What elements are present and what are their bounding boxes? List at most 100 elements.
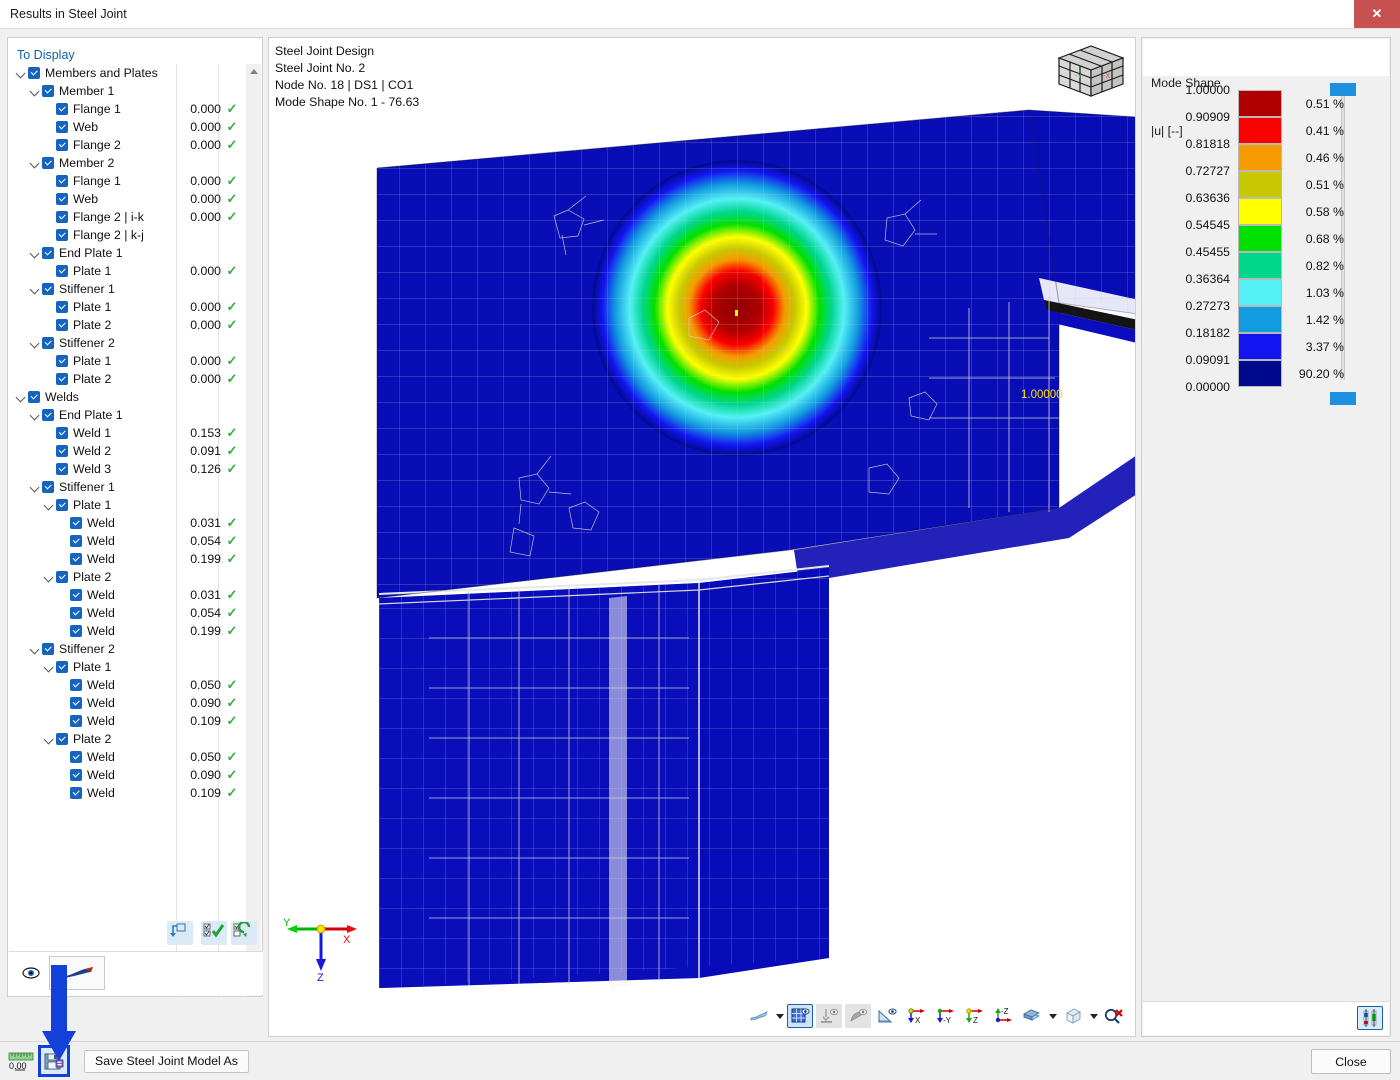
- chevron-down-icon[interactable]: [29, 337, 42, 350]
- zoom-reset-button[interactable]: [1101, 1004, 1127, 1028]
- chevron-down-icon[interactable]: [29, 85, 42, 98]
- view-negz-button[interactable]: -Z: [990, 1004, 1016, 1028]
- tree-row[interactable]: Plate 2: [9, 568, 247, 586]
- tree-checkbox[interactable]: [42, 481, 54, 493]
- tree-checkbox[interactable]: [42, 409, 54, 421]
- tree-row[interactable]: Weld 0.050 ✓: [9, 676, 247, 694]
- tree-checkbox[interactable]: [28, 391, 40, 403]
- view-z-button[interactable]: Z: [961, 1004, 987, 1028]
- tree-row[interactable]: Weld 0.054 ✓: [9, 532, 247, 550]
- tree-checkbox[interactable]: [42, 643, 54, 655]
- tree-row[interactable]: Plate 2 0.000 ✓: [9, 316, 247, 334]
- tree-checkbox[interactable]: [28, 67, 40, 79]
- tree-checkbox[interactable]: [56, 733, 68, 745]
- tree-row[interactable]: Weld 0.109 ✓: [9, 784, 247, 802]
- render-mode-dropdown-chevron-down-icon[interactable]: [776, 1013, 784, 1019]
- tree-row[interactable]: Web 0.000 ✓: [9, 118, 247, 136]
- tree-checkbox[interactable]: [56, 661, 68, 673]
- tree-checkbox[interactable]: [42, 337, 54, 349]
- tree-row[interactable]: Flange 1 0.000 ✓: [9, 100, 247, 118]
- tree-row[interactable]: Members and Plates: [9, 64, 247, 82]
- tree-checkbox[interactable]: [42, 85, 54, 97]
- chevron-down-icon[interactable]: [43, 733, 56, 746]
- chevron-down-icon[interactable]: [43, 571, 56, 584]
- view-iso-button[interactable]: [1019, 1004, 1045, 1028]
- tree-row[interactable]: Web 0.000 ✓: [9, 190, 247, 208]
- chevron-down-icon[interactable]: [15, 391, 28, 404]
- chevron-down-icon[interactable]: [29, 409, 42, 422]
- tree-checkbox[interactable]: [56, 499, 68, 511]
- tree-row[interactable]: Weld 0.054 ✓: [9, 604, 247, 622]
- tree-vertical-scrollbar[interactable]: [246, 64, 261, 996]
- chevron-down-icon[interactable]: [29, 283, 42, 296]
- render-style-preview[interactable]: [49, 956, 105, 990]
- tree-row[interactable]: Flange 2 | i-k 0.000 ✓: [9, 208, 247, 226]
- tree-row[interactable]: Weld 2 0.091 ✓: [9, 442, 247, 460]
- check-all-button[interactable]: [201, 921, 227, 945]
- tree-row[interactable]: Weld 0.050 ✓: [9, 748, 247, 766]
- save-model-icon[interactable]: [41, 1048, 67, 1074]
- invert-selection-button[interactable]: [231, 920, 257, 945]
- legend-settings-icon[interactable]: [1357, 1006, 1383, 1030]
- tree-row[interactable]: End Plate 1: [9, 406, 247, 424]
- legend-slider-handle-top[interactable]: [1330, 83, 1356, 96]
- tree-row[interactable]: Flange 2 | k-j: [9, 226, 247, 244]
- tree-row[interactable]: Weld 0.090 ✓: [9, 766, 247, 784]
- projection-dropdown-chevron-down-icon[interactable]: [1090, 1013, 1098, 1019]
- chevron-down-icon[interactable]: [43, 499, 56, 512]
- tree-row[interactable]: Stiffener 1: [9, 280, 247, 298]
- tree-checkbox[interactable]: [56, 229, 68, 241]
- chevron-down-icon[interactable]: [29, 643, 42, 656]
- tree-row[interactable]: Welds: [9, 388, 247, 406]
- tree-checkbox[interactable]: [42, 157, 54, 169]
- show-loads-button[interactable]: [845, 1004, 871, 1028]
- chevron-down-icon[interactable]: [29, 157, 42, 170]
- navigation-cube-icon[interactable]: -Y -X: [1053, 44, 1129, 105]
- tree-row[interactable]: Weld 0.090 ✓: [9, 694, 247, 712]
- render-mode-button[interactable]: [746, 1004, 772, 1028]
- tree-row[interactable]: Stiffener 2: [9, 334, 247, 352]
- tree-row[interactable]: Weld 0.199 ✓: [9, 550, 247, 568]
- view-iso-dropdown-chevron-down-icon[interactable]: [1049, 1013, 1057, 1019]
- eye-icon[interactable]: [19, 962, 43, 984]
- chevron-down-icon[interactable]: [43, 661, 56, 674]
- chevron-down-icon[interactable]: [29, 247, 42, 260]
- show-mesh-button[interactable]: [787, 1004, 813, 1028]
- tree-row[interactable]: Flange 1 0.000 ✓: [9, 172, 247, 190]
- tree-row[interactable]: Weld 0.031 ✓: [9, 586, 247, 604]
- tree-scroll-area[interactable]: Members and Plates Member 1 Flange 1 0.000 ✓…: [9, 64, 247, 969]
- tree-checkbox[interactable]: [42, 247, 54, 259]
- tree-row[interactable]: Plate 1 0.000 ✓: [9, 262, 247, 280]
- tree-row[interactable]: Weld 1 0.153 ✓: [9, 424, 247, 442]
- tree-row[interactable]: Member 1: [9, 82, 247, 100]
- tree-row[interactable]: Plate 1 0.000 ✓: [9, 352, 247, 370]
- window-close-icon[interactable]: ✕: [1354, 0, 1400, 28]
- ruler-icon[interactable]: 0.00: [8, 1051, 34, 1071]
- tree-row[interactable]: Stiffener 1: [9, 478, 247, 496]
- projection-button[interactable]: [1060, 1004, 1086, 1028]
- scroll-up-arrow-icon[interactable]: [246, 64, 261, 79]
- chevron-down-icon[interactable]: [15, 67, 28, 80]
- tree-row[interactable]: Plate 1: [9, 496, 247, 514]
- show-dimensions-button[interactable]: [874, 1004, 900, 1028]
- tree-row[interactable]: Plate 1 0.000 ✓: [9, 298, 247, 316]
- tree-checkbox[interactable]: [56, 571, 68, 583]
- tree-row[interactable]: Weld 0.199 ✓: [9, 622, 247, 640]
- tree-row[interactable]: Plate 2: [9, 730, 247, 748]
- view-negy-button[interactable]: -Y: [932, 1004, 958, 1028]
- view-x-button[interactable]: X: [903, 1004, 929, 1028]
- tree-row[interactable]: Flange 2 0.000 ✓: [9, 136, 247, 154]
- tree-row[interactable]: Weld 0.031 ✓: [9, 514, 247, 532]
- tree-row[interactable]: Plate 2 0.000 ✓: [9, 370, 247, 388]
- reset-selection-button[interactable]: [167, 921, 193, 945]
- save-steel-joint-model-as-button[interactable]: Save Steel Joint Model As: [84, 1050, 249, 1073]
- tree-row[interactable]: Weld 0.109 ✓: [9, 712, 247, 730]
- tree-row[interactable]: Member 2: [9, 154, 247, 172]
- tree-row[interactable]: Plate 1: [9, 658, 247, 676]
- chevron-down-icon[interactable]: [29, 481, 42, 494]
- close-button[interactable]: Close: [1311, 1049, 1391, 1074]
- tree-row[interactable]: End Plate 1: [9, 244, 247, 262]
- legend-slider-handle-bottom[interactable]: [1330, 392, 1356, 405]
- tree-row[interactable]: Stiffener 2: [9, 640, 247, 658]
- show-supports-button[interactable]: [816, 1004, 842, 1028]
